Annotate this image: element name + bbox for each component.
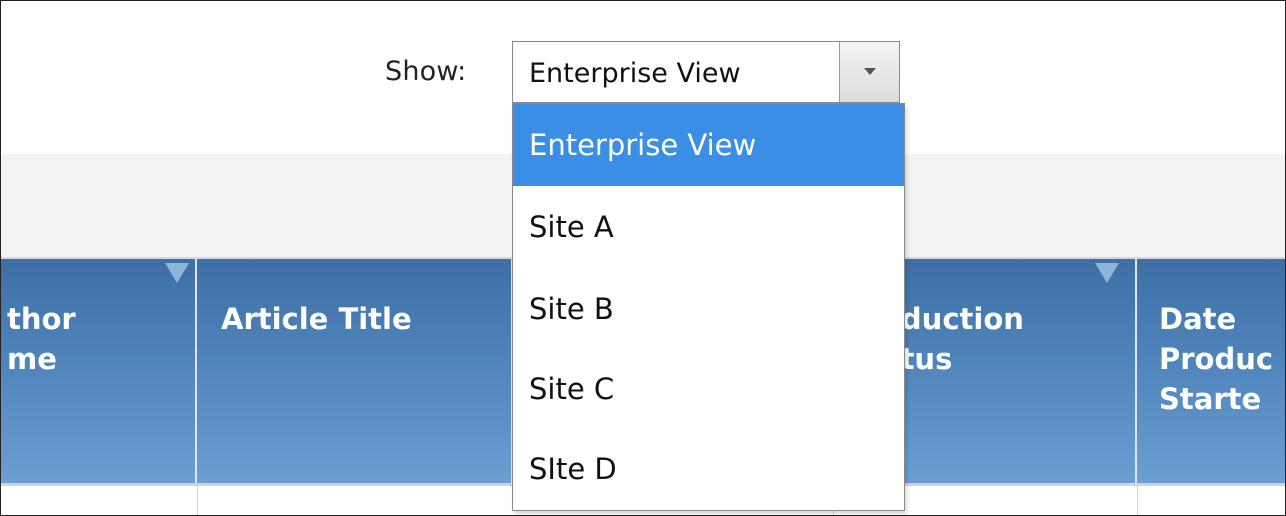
cell-divider	[197, 486, 198, 515]
option-site-d[interactable]: SIte D	[513, 428, 904, 510]
view-select-dropdown: Enterprise View Site A Site B Site C SIt…	[512, 103, 905, 511]
page-frame: Show: Enterprise View thor me Article Ti…	[0, 0, 1286, 516]
view-select[interactable]: Enterprise View	[512, 41, 900, 103]
cell-divider	[1137, 486, 1138, 515]
sort-down-icon[interactable]	[165, 263, 189, 283]
view-select-toggle[interactable]	[839, 42, 899, 102]
sort-down-icon[interactable]	[1095, 263, 1119, 283]
chevron-down-icon	[864, 68, 876, 75]
view-select-value: Enterprise View	[529, 58, 741, 89]
show-label: Show:	[385, 56, 467, 87]
option-enterprise-view[interactable]: Enterprise View	[513, 104, 904, 186]
option-site-b[interactable]: Site B	[513, 268, 904, 350]
column-header-label: Date Produc Starte	[1159, 302, 1274, 416]
option-site-a[interactable]: Site A	[513, 186, 904, 268]
option-site-c[interactable]: Site C	[513, 348, 904, 430]
column-header-label: thor me	[7, 302, 76, 376]
column-header-date-production-started[interactable]: Date Produc Starte	[1137, 259, 1285, 483]
column-header-article-title[interactable]: Article Title	[197, 259, 511, 483]
column-header-author-name[interactable]: thor me	[1, 259, 195, 483]
column-header-label: Article Title	[221, 302, 412, 336]
